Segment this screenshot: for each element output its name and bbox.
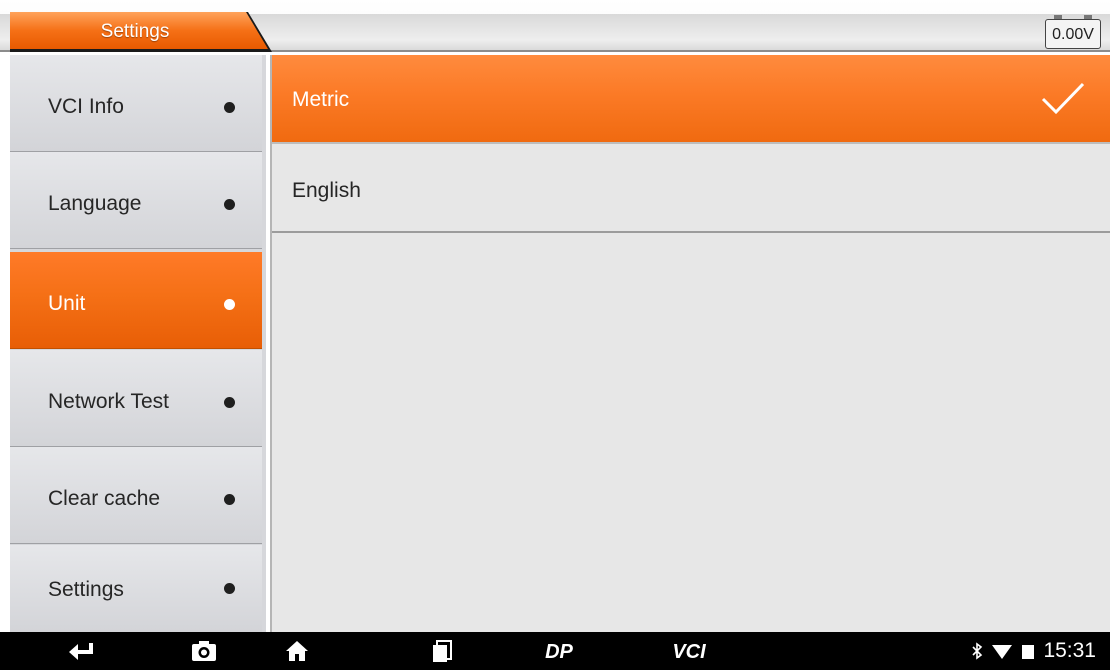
sidebar-item-settings[interactable]: Settings	[10, 545, 262, 632]
home-icon[interactable]	[279, 632, 315, 670]
main-content: Metric English	[270, 55, 1110, 632]
vci-label: VCI	[672, 641, 706, 662]
sidebar-item-unit[interactable]: Unit	[10, 252, 262, 349]
sidebar-item-vci-info[interactable]: VCI Info	[10, 55, 262, 152]
status-area: 15:31	[971, 632, 1096, 670]
option-metric[interactable]: Metric	[272, 55, 1110, 144]
sidebar-item-clear-cache[interactable]: Clear cache	[10, 447, 262, 544]
dp-label: DP	[545, 641, 573, 662]
sidebar-item-label: Unit	[48, 292, 86, 315]
voltage-indicator: 0.00V	[1045, 15, 1101, 49]
sidebar-item-label: Clear cache	[48, 487, 161, 510]
sidebar-item-label: VCI Info	[48, 95, 124, 118]
option-english[interactable]: English	[272, 144, 1110, 233]
sidebar: VCI Info Language Unit Network Test Clea…	[10, 55, 266, 632]
sidebar-item-label: Network Test	[48, 390, 169, 413]
recent-apps-icon[interactable]	[424, 632, 460, 670]
bullet-icon	[224, 494, 235, 505]
bullet-icon	[224, 102, 235, 113]
bluetooth-icon	[972, 642, 983, 660]
sidebar-item-network-test[interactable]: Network Test	[10, 350, 262, 447]
battery-icon	[1022, 645, 1035, 659]
bullet-icon	[224, 199, 235, 210]
camera-icon[interactable]	[186, 632, 222, 670]
option-label: English	[292, 179, 361, 202]
clock: 15:31	[1043, 639, 1096, 662]
sidebar-item-language[interactable]: Language	[10, 152, 262, 249]
bullet-icon	[224, 583, 235, 594]
bullet-icon	[224, 299, 235, 310]
dp-icon[interactable]: DP	[535, 632, 583, 670]
sidebar-item-label: Language	[48, 192, 142, 215]
vci-icon[interactable]: VCI	[664, 632, 714, 670]
bullet-icon	[224, 397, 235, 408]
sidebar-item-label: Settings	[48, 578, 124, 601]
back-icon[interactable]	[63, 632, 99, 670]
checkmark-icon	[1041, 82, 1085, 115]
navigation-bar: DP VCI 15:31	[0, 632, 1110, 670]
wifi-icon	[992, 645, 1013, 659]
page-title: Settings	[100, 21, 170, 42]
option-label: Metric	[292, 88, 350, 111]
